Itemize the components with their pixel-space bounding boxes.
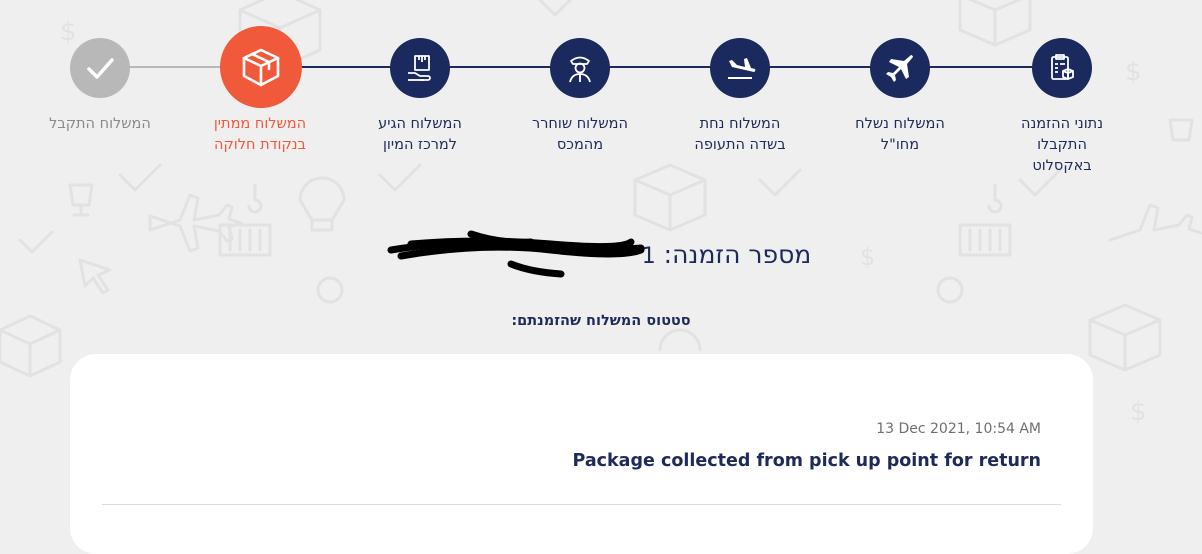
step-circle-done <box>1032 38 1092 98</box>
step-circle-done <box>390 38 450 98</box>
step-label: המשלוח ממתין בנקודת חלוקה <box>213 116 307 153</box>
clock-pattern-icon <box>316 276 344 304</box>
dollar-pattern-icon: $ <box>1130 397 1147 427</box>
step-circle-current <box>220 26 302 108</box>
step-label: המשלוח שוחרר מהמכס <box>532 116 628 153</box>
step-circle-done <box>550 38 610 98</box>
package-hand-icon <box>408 55 431 81</box>
order-number-row: 1 מספר הזמנה: <box>0 230 1202 278</box>
airplane-landing-icon <box>728 58 756 79</box>
order-number-value: 1 <box>387 230 656 278</box>
shipment-status-heading: סטטוס המשלוח שהזמנתם: <box>511 313 691 329</box>
step-label: המשלוח התקבל <box>49 116 151 132</box>
clock-pattern-icon <box>936 276 964 304</box>
step-circle-done <box>870 38 930 98</box>
event-divider <box>102 504 1061 505</box>
step-label: המשלוח נשלח מחו"ל <box>855 116 945 153</box>
order-number-label: מספר הזמנה: <box>663 240 812 269</box>
step-label: המשלוח נחת בשדה התעופה <box>694 116 786 153</box>
status-events-card: 13 Dec 2021, 10:54 AM Package collected … <box>70 354 1093 554</box>
checkmark-icon <box>87 58 114 79</box>
step-label: נתוני ההזמנה התקבלו באקסלוט <box>1020 116 1104 174</box>
step-circle-pending <box>70 38 130 98</box>
event-description: Package collected from pick up point for… <box>572 451 1041 471</box>
progress-line-complete <box>252 66 1064 68</box>
balloon-pattern-icon <box>658 328 702 352</box>
shipment-progress-tracker: המשלוח התקבל המשלוח ממתין בנקודת חלוקה ה… <box>0 0 1202 200</box>
customs-officer-icon <box>569 56 591 83</box>
step-circle-done <box>710 38 770 98</box>
open-box-icon <box>242 48 280 87</box>
redaction-scribble <box>387 230 645 278</box>
event-timestamp: 13 Dec 2021, 10:54 AM <box>876 421 1041 437</box>
clipboard-package-icon <box>1051 54 1074 80</box>
plane-pattern-icon <box>1108 203 1202 242</box>
step-label: המשלוח הגיע למרכז המיון <box>378 116 462 153</box>
airplane-icon <box>886 55 913 82</box>
